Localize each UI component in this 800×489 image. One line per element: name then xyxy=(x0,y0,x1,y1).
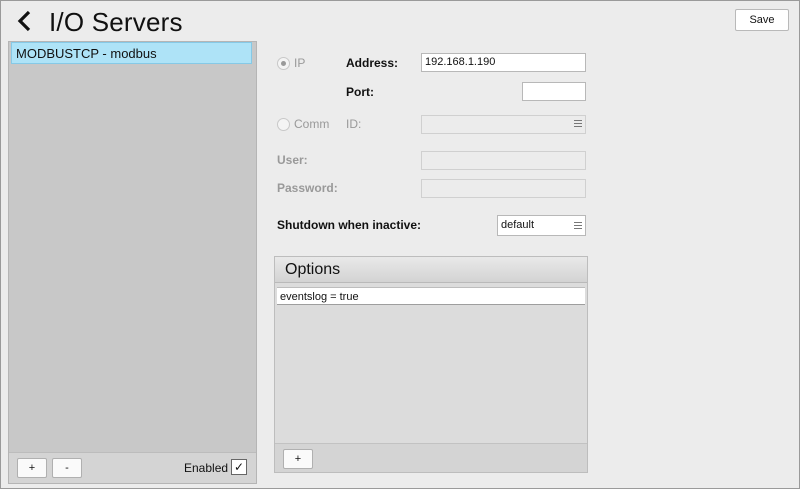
shutdown-select[interactable]: default xyxy=(497,215,586,236)
port-input[interactable] xyxy=(522,82,586,101)
server-settings-form: IP Address: 192.168.1.190 Port: Comm ID:… xyxy=(263,41,799,488)
header-bar: I/O Servers Save xyxy=(1,1,799,41)
back-button[interactable] xyxy=(15,9,37,33)
comm-label: Comm xyxy=(294,117,330,131)
ip-label: IP xyxy=(294,56,306,70)
server-list-footer: + - Enabled ✓ xyxy=(9,452,256,483)
remove-server-button[interactable]: - xyxy=(52,458,82,478)
comm-id-select[interactable] xyxy=(421,115,586,134)
menu-icon xyxy=(574,120,582,128)
comm-radio[interactable] xyxy=(277,118,290,131)
server-list-item[interactable]: MODBUSTCP - modbus xyxy=(11,42,252,64)
chevron-left-icon xyxy=(17,10,31,32)
ip-radio[interactable] xyxy=(277,57,290,70)
user-input[interactable] xyxy=(421,151,586,170)
id-label: ID: xyxy=(346,117,362,131)
port-label: Port: xyxy=(346,85,374,99)
add-server-button[interactable]: + xyxy=(17,458,47,478)
menu-icon xyxy=(574,222,582,230)
options-footer: + xyxy=(275,443,587,472)
add-option-button[interactable]: + xyxy=(283,449,313,469)
io-servers-window: I/O Servers Save MODBUSTCP - modbus + - … xyxy=(0,0,800,489)
server-list-panel: MODBUSTCP - modbus + - Enabled ✓ xyxy=(8,41,257,484)
shutdown-value: default xyxy=(501,219,535,231)
enabled-checkbox[interactable]: ✓ xyxy=(231,459,247,475)
save-button[interactable]: Save xyxy=(735,9,789,31)
shutdown-label: Shutdown when inactive: xyxy=(277,218,422,232)
user-label: User: xyxy=(277,153,308,167)
options-panel: Options eventslog = true + xyxy=(274,256,588,473)
option-row[interactable]: eventslog = true xyxy=(277,287,585,305)
radio-dot-icon xyxy=(281,61,286,66)
options-title: Options xyxy=(275,257,587,283)
password-label: Password: xyxy=(277,181,338,195)
address-label: Address: xyxy=(346,56,399,70)
address-input[interactable]: 192.168.1.190 xyxy=(421,53,586,72)
password-input[interactable] xyxy=(421,179,586,198)
page-title: I/O Servers xyxy=(49,7,183,37)
enabled-label: Enabled xyxy=(184,461,229,475)
